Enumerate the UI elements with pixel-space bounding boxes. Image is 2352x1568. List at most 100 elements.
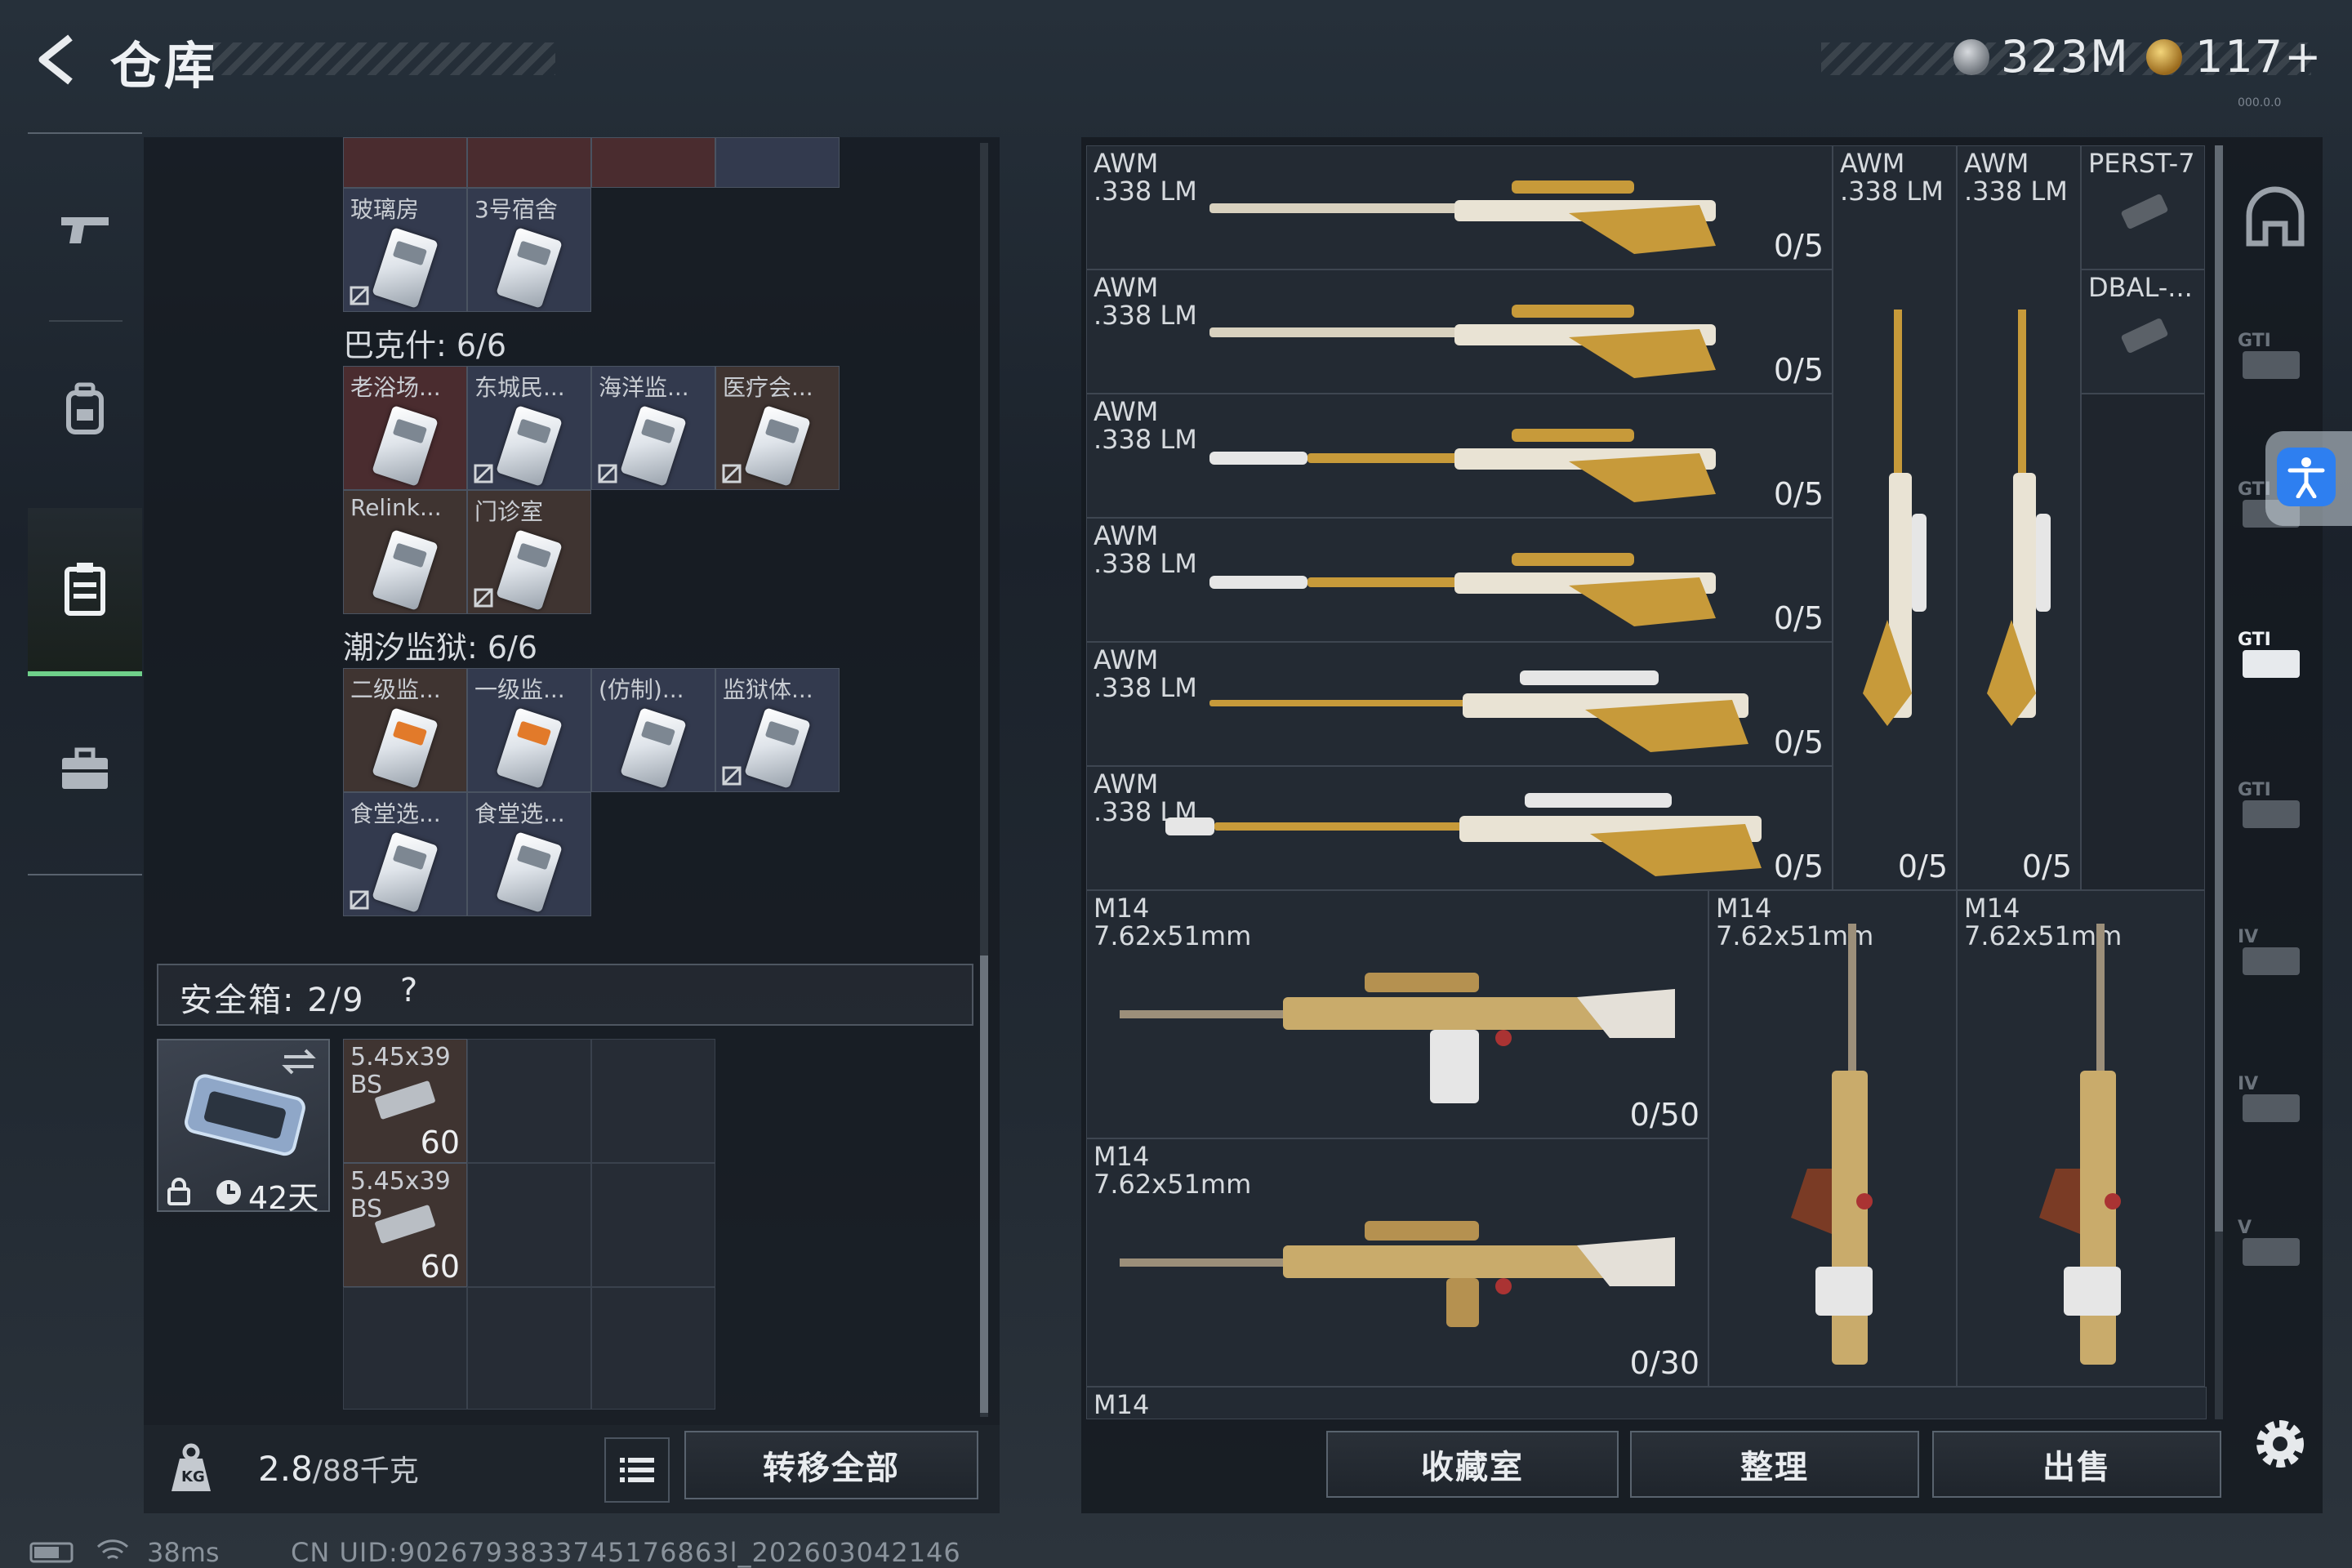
item-slot-partial[interactable]	[343, 137, 467, 188]
svg-text:IV: IV	[2238, 927, 2258, 947]
key-card-slot[interactable]: 二级监...	[343, 668, 467, 792]
weapon-slot-m14-vertical[interactable]: M14 7.62x51mm	[1957, 890, 2205, 1387]
ammo-slot[interactable]: 5.45x39 BS 60	[343, 1039, 467, 1163]
battery-icon	[29, 1542, 74, 1563]
key-card-slot[interactable]: 监狱体...	[715, 668, 840, 792]
gti-armor-icon[interactable]: GTI	[2234, 768, 2316, 849]
swap-arrows-icon[interactable]	[281, 1047, 317, 1076]
weapon-slot-m14[interactable]: M14 7.62x51mm 0/50	[1086, 890, 1708, 1138]
gold-currency-amount[interactable]: 117+	[2195, 31, 2323, 82]
gti-armor-icon[interactable]: GTI	[2234, 318, 2316, 400]
weapon-slot-awm[interactable]: AWM .338 LM 0/5	[1086, 145, 1833, 270]
pistol-icon	[61, 217, 109, 243]
nav-firearms[interactable]	[28, 149, 142, 312]
ammo-box-icon	[374, 1204, 436, 1245]
collection-room-button[interactable]: 收藏室	[1326, 1431, 1619, 1498]
key-card-slot[interactable]: 食堂选...	[467, 792, 591, 916]
weapon-slot-awm[interactable]: AWM .338 LM 0/5	[1086, 642, 1833, 766]
weapon-slot-awm[interactable]: AWM .338 LM 0/5	[1086, 766, 1833, 890]
attachment-slot[interactable]: PERST-7	[2081, 145, 2205, 270]
weapon-slot-awm-vertical[interactable]: AWM .338 LM 0/5	[1957, 145, 2081, 890]
item-slot-partial[interactable]	[715, 137, 840, 188]
item-slot-partial[interactable]	[467, 137, 591, 188]
key-card-slot[interactable]: 3号宿舍	[467, 188, 591, 312]
item-slot-partial[interactable]	[591, 137, 715, 188]
key-card-slot[interactable]: 东城民...	[467, 366, 591, 490]
weapon-slot-awm[interactable]: AWM .338 LM 0/5	[1086, 518, 1833, 642]
transfer-all-button[interactable]: 转移全部	[684, 1431, 978, 1499]
empty-slot[interactable]	[591, 1163, 715, 1287]
weight-icon: KG	[168, 1442, 214, 1494]
section-title: 巴克什: 6/6	[343, 327, 507, 363]
list-view-button[interactable]	[604, 1437, 670, 1503]
empty-slot[interactable]	[467, 1163, 591, 1287]
weapon-scrollbar-thumb[interactable]	[2215, 145, 2223, 1232]
silver-currency-amount[interactable]: 323M	[2001, 31, 2130, 82]
tier-iv-icon[interactable]: IV	[2234, 915, 2316, 996]
awm-rifle-icon	[1165, 793, 1762, 876]
nav-backpack[interactable]	[28, 328, 142, 492]
key-card-slot[interactable]: 食堂选...	[343, 792, 467, 916]
no-trade-icon	[350, 890, 369, 910]
safe-case-icon	[185, 1074, 305, 1156]
back-arrow-icon[interactable]	[28, 31, 85, 88]
gti-armor-icon[interactable]: GTI	[2234, 617, 2316, 699]
no-trade-icon	[722, 766, 742, 786]
key-card-slot[interactable]: 医疗会...	[715, 366, 840, 490]
nav-storage[interactable]	[28, 508, 142, 676]
helmet-icon[interactable]	[2234, 178, 2316, 260]
storage-scrollbar-thumb[interactable]	[980, 956, 988, 1413]
key-card-slot[interactable]: 玻璃房	[343, 188, 467, 312]
awm-rifle-icon	[1209, 305, 1716, 378]
page-title: 仓库	[110, 36, 219, 96]
title-decoration	[212, 42, 555, 75]
nav-toolbox[interactable]	[28, 688, 142, 851]
list-icon	[620, 1458, 654, 1482]
attachment-slot[interactable]: DBAL-...	[2081, 270, 2205, 394]
key-card-slot[interactable]: Relink...	[343, 490, 467, 614]
accessibility-button[interactable]	[2277, 448, 2336, 506]
sell-button[interactable]: 出售	[1932, 1431, 2221, 1498]
awm-rifle-icon	[1863, 310, 1927, 726]
svg-text:IV: IV	[2238, 1074, 2258, 1094]
safe-box-container[interactable]: 42天	[157, 1039, 330, 1216]
sort-button[interactable]: 整理	[1630, 1431, 1919, 1498]
empty-slot[interactable]	[2081, 394, 2205, 890]
key-card-slot[interactable]: 门诊室	[467, 490, 591, 614]
settings-gear-icon[interactable]	[2246, 1410, 2314, 1478]
tier-iv-icon[interactable]: IV	[2234, 1062, 2316, 1143]
weapon-slot-m14-vertical[interactable]: M14 7.62x51mm	[1708, 890, 1957, 1387]
empty-slot[interactable]	[343, 1287, 467, 1410]
m14-rifle-icon	[1120, 1221, 1675, 1327]
empty-slot[interactable]	[467, 1287, 591, 1410]
m14-rifle-icon	[1120, 973, 1675, 1103]
weight-current: 2.8	[258, 1449, 313, 1489]
weapon-slot-awm[interactable]: AWM .338 LM 0/5	[1086, 270, 1833, 394]
gold-coin-icon	[2146, 39, 2182, 75]
top-bar: 仓库 323M 117+ 000.0.0	[0, 0, 2352, 122]
key-card-slot[interactable]: 老浴场...	[343, 366, 467, 490]
weapon-slot-m14[interactable]: M14 7.62x51mm 0/30	[1086, 1138, 1708, 1387]
m14-rifle-icon	[2039, 924, 2121, 1365]
svg-text:GTI: GTI	[2238, 630, 2271, 650]
ammo-slot[interactable]: 5.45x39 BS 60	[343, 1163, 467, 1287]
weapon-slot-awm-vertical[interactable]: AWM .338 LM 0/5	[1833, 145, 1957, 890]
tier-v-icon[interactable]: V	[2234, 1205, 2316, 1287]
svg-text:V: V	[2238, 1218, 2252, 1238]
svg-text:GTI: GTI	[2238, 780, 2271, 800]
key-card-slot[interactable]: 一级监...	[467, 668, 591, 792]
weapon-slot-m14-partial[interactable]: M14	[1086, 1387, 2207, 1419]
key-card-slot[interactable]: (仿制)...	[591, 668, 715, 792]
no-trade-icon	[722, 464, 742, 483]
weapon-slot-awm[interactable]: AWM .338 LM 0/5	[1086, 394, 1833, 518]
ammo-box-icon	[374, 1080, 436, 1120]
awm-rifle-icon	[1209, 429, 1716, 502]
empty-slot[interactable]	[591, 1039, 715, 1163]
weight-readout: 2.8/88千克	[258, 1447, 419, 1490]
empty-slot[interactable]	[467, 1039, 591, 1163]
key-card-slot[interactable]: 海洋监...	[591, 366, 715, 490]
awm-rifle-icon	[1209, 180, 1716, 254]
safe-box-timer: 42天	[248, 1180, 319, 1216]
safe-box-help-button[interactable]: ?	[400, 972, 417, 1009]
empty-slot[interactable]	[591, 1287, 715, 1410]
